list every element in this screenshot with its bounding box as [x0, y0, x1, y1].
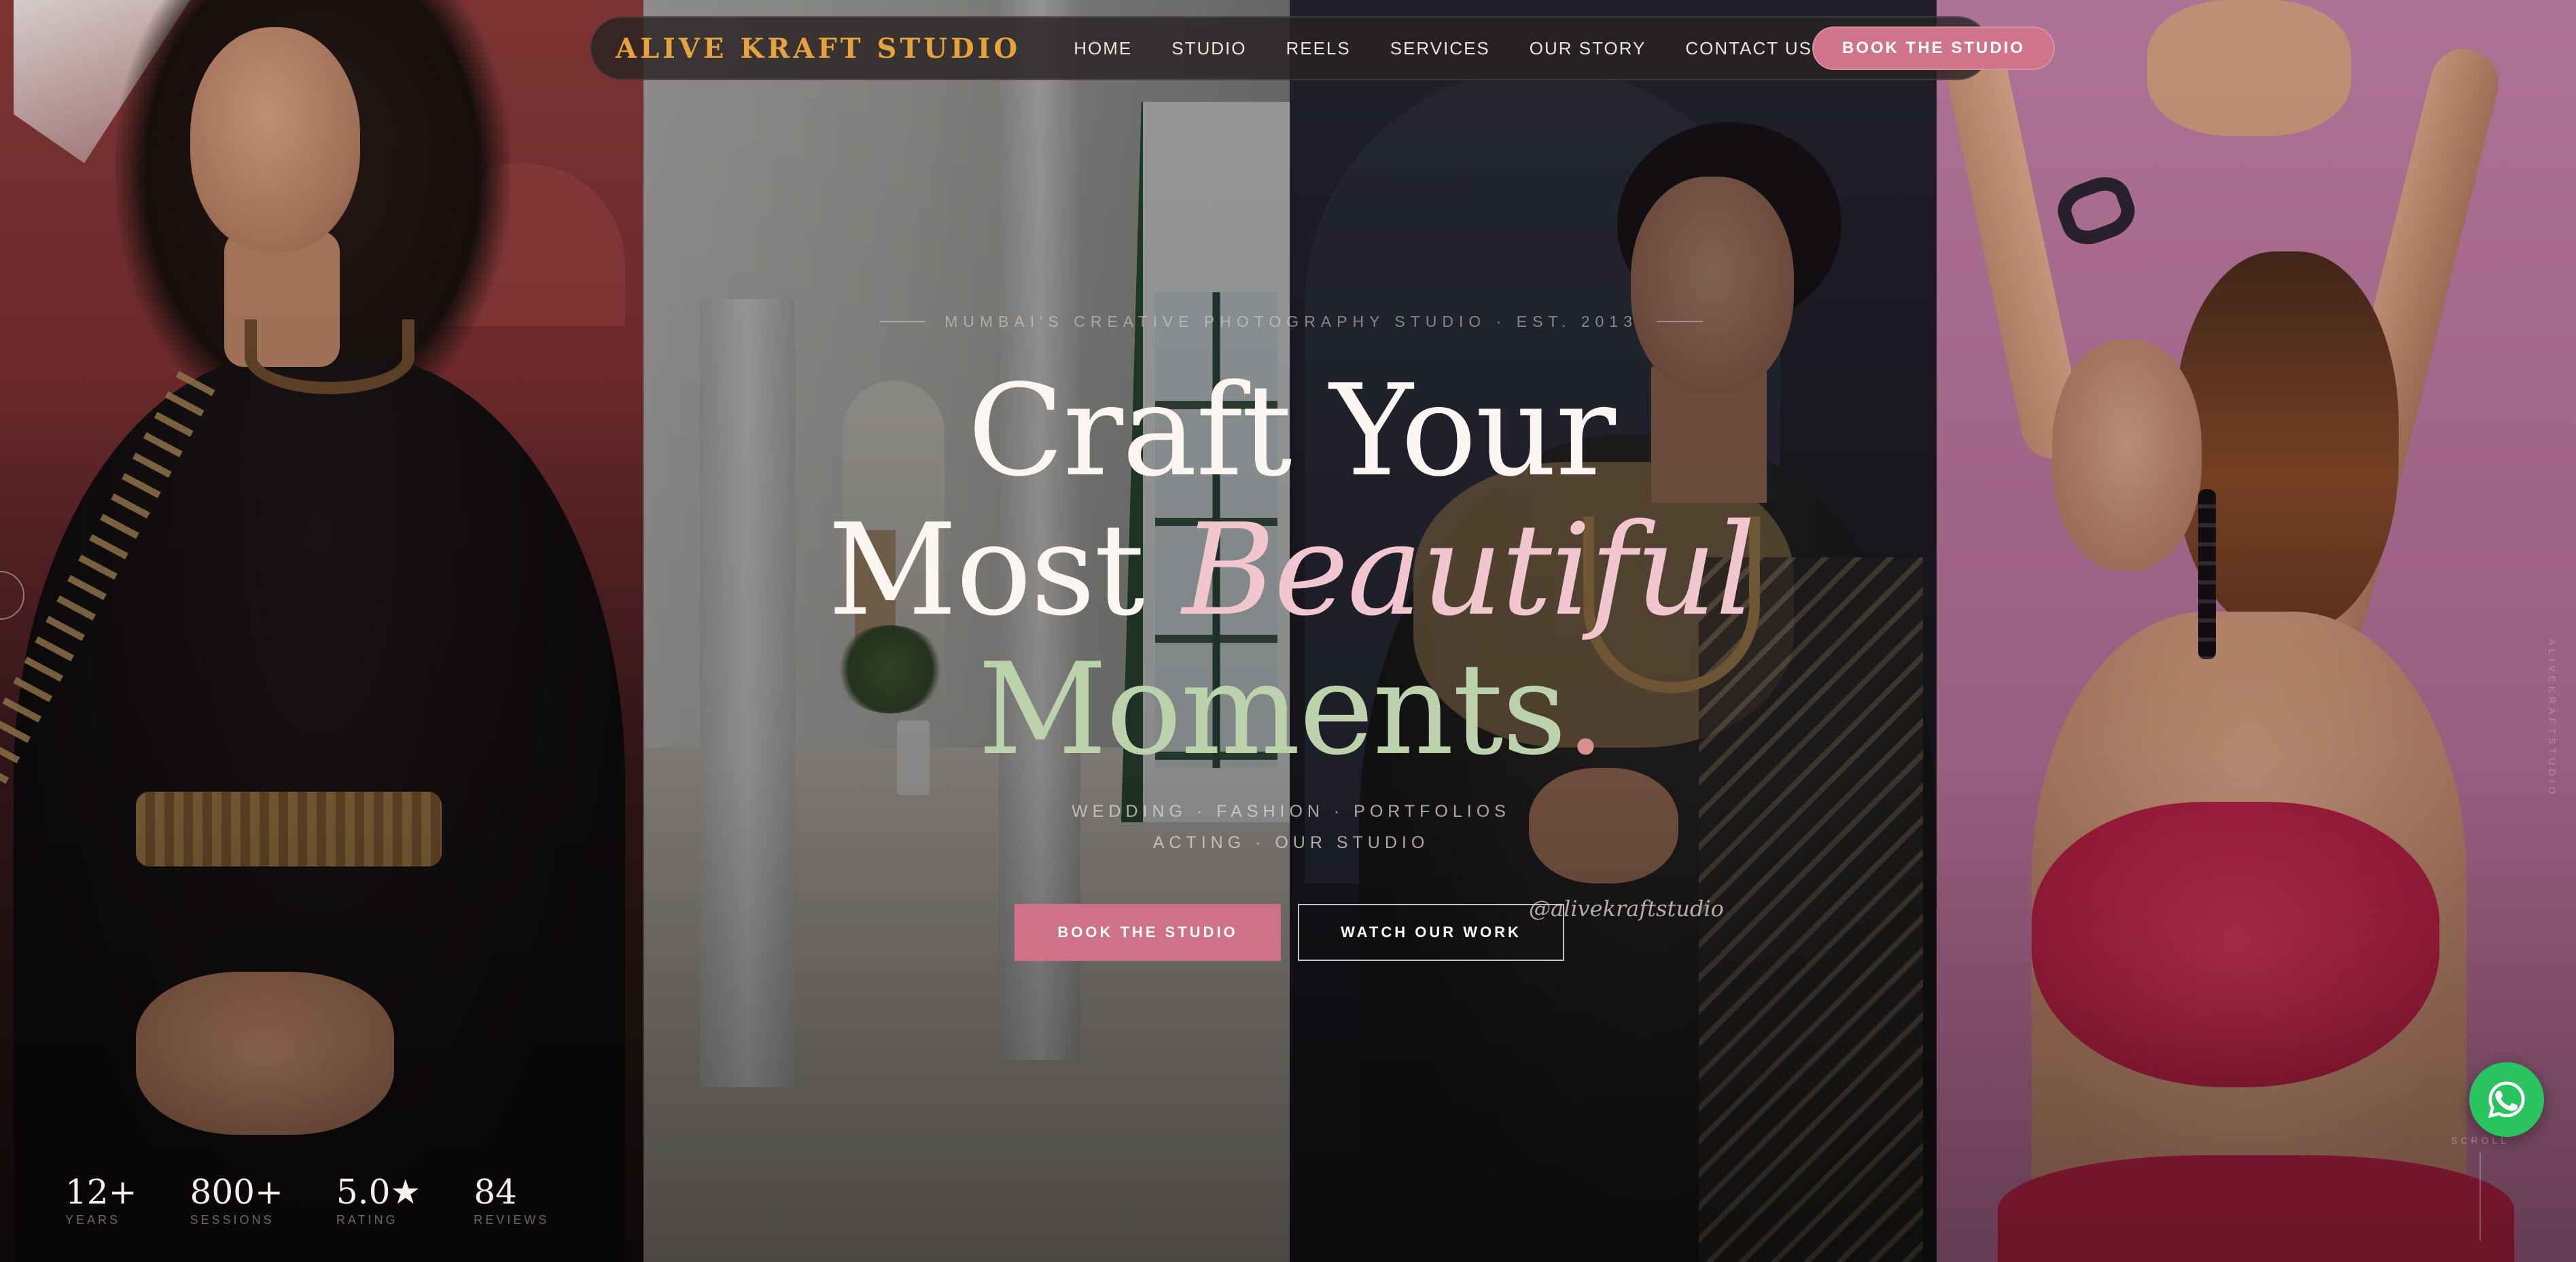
stat-years: 12+ YEARS — [65, 1172, 137, 1227]
hero-headline-line-1: Craft Your — [967, 357, 1616, 504]
eyebrow-line-right — [1656, 321, 1703, 322]
stat-value: 800+ — [190, 1172, 283, 1212]
instagram-handle[interactable]: @alivekraftstudio — [1529, 896, 1724, 922]
stat-label: YEARS — [65, 1213, 121, 1227]
nav-item-reels[interactable]: REELS — [1286, 38, 1350, 59]
top-navigation: ALIVE KRAFT STUDIO HOME STUDIO REELS SER… — [590, 16, 2055, 80]
hero-headline-line-2: Most Beautiful — [680, 496, 1903, 644]
nav-item-services[interactable]: SERVICES — [1390, 38, 1490, 59]
stats-bar: 12+ YEARS 800+ SESSIONS 5.0★ RATING 84 R… — [65, 1172, 549, 1227]
nav-item-studio[interactable]: STUDIO — [1171, 38, 1246, 59]
stat-rating: 5.0★ RATING — [336, 1172, 421, 1227]
stat-reviews: 84 REVIEWS — [474, 1172, 549, 1227]
nav-book-studio-button[interactable]: BOOK THE STUDIO — [1812, 27, 2055, 70]
hero-book-studio-button[interactable]: BOOK THE STUDIO — [1014, 904, 1281, 961]
nav-item-our-story[interactable]: OUR STORY — [1530, 38, 1646, 59]
nav-item-home[interactable]: HOME — [1074, 38, 1132, 59]
side-vertical-text: ALIVEKRAFTSTUDIO — [2547, 639, 2558, 799]
headline-period: . — [1565, 635, 1606, 783]
stat-label: SESSIONS — [190, 1213, 275, 1227]
hero-eyebrow: MUMBAI'S CREATIVE PHOTOGRAPHY STUDIO · E… — [877, 311, 1706, 332]
stat-sessions: 800+ SESSIONS — [190, 1172, 283, 1227]
headline-accent-text: Beautiful — [1182, 496, 1756, 644]
hero-services-line-1: WEDDING · FASHION · PORTFOLIOS — [1072, 802, 1511, 821]
scroll-indicator[interactable]: SCROLL — [2446, 1135, 2514, 1241]
eyebrow-line-left — [879, 321, 926, 322]
hero-services-line-2: ACTING · OUR STUDIO — [1152, 833, 1430, 852]
hero-watch-work-button[interactable]: WATCH OUR WORK — [1298, 904, 1564, 961]
brand-logo[interactable]: ALIVE KRAFT STUDIO — [616, 33, 1021, 65]
nav-item-contact-us[interactable]: CONTACT US — [1685, 38, 1812, 59]
eyebrow-text: MUMBAI'S CREATIVE PHOTOGRAPHY STUDIO · E… — [945, 312, 1638, 330]
whatsapp-icon — [2488, 1081, 2525, 1119]
scroll-line — [2480, 1153, 2481, 1241]
headline-moments-text: Moments — [978, 635, 1567, 783]
stat-value: 5.0★ — [336, 1172, 421, 1212]
stat-label: RATING — [336, 1213, 398, 1227]
headline-plain-text: Most — [828, 496, 1182, 644]
stat-value: 84 — [474, 1172, 517, 1212]
stat-value: 12+ — [65, 1172, 137, 1212]
stat-label: REVIEWS — [474, 1213, 550, 1227]
nav-links: HOME STUDIO REELS SERVICES OUR STORY CON… — [1074, 38, 1812, 59]
whatsapp-button[interactable] — [2469, 1062, 2544, 1137]
hero-headline-line-3: Moments. — [680, 635, 1903, 783]
